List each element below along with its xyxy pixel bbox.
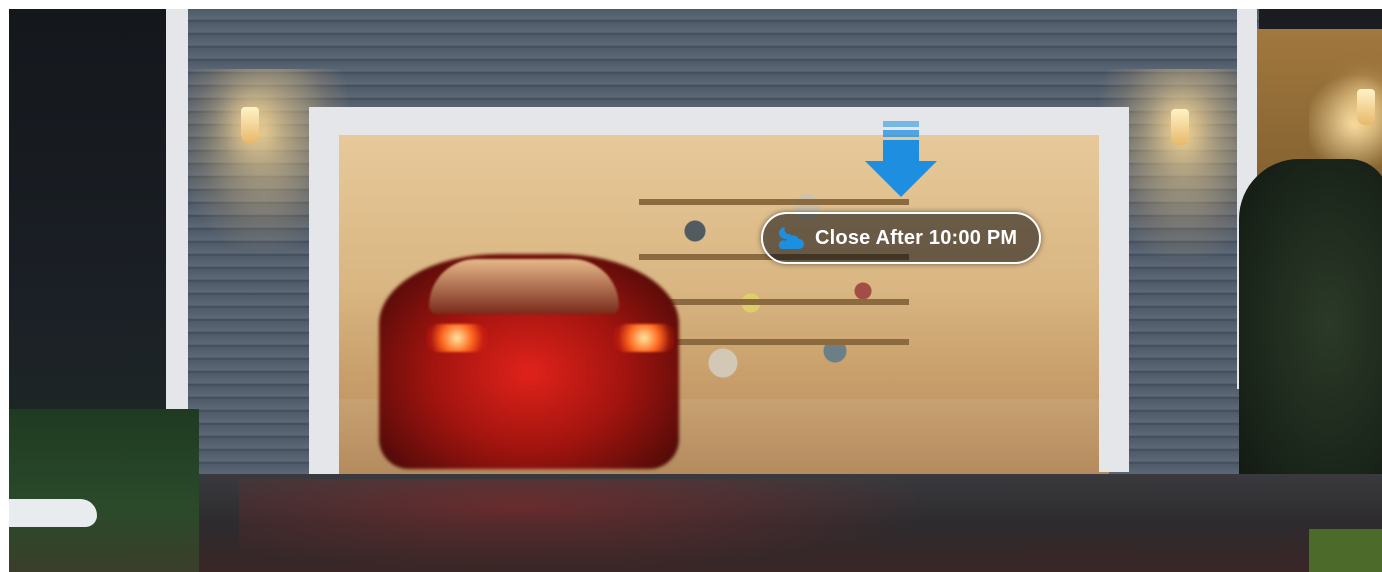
- taillight-reflection: [239, 479, 939, 569]
- corner-trim-left: [166, 9, 188, 454]
- wall-lamp-right: [1171, 109, 1189, 145]
- shrub: [1239, 159, 1382, 489]
- close-after-label: Close After 10:00 PM: [815, 226, 1018, 249]
- lawn-left: [9, 409, 199, 572]
- snow-patch: [9, 499, 97, 527]
- car-rear-window: [429, 259, 619, 314]
- porch-lamp: [1357, 89, 1375, 125]
- taillight-left: [427, 324, 487, 352]
- garage-trim-right: [1099, 107, 1129, 472]
- hero-image: Close After 10:00 PM: [9, 9, 1382, 572]
- shelf: [639, 339, 909, 345]
- garage-trim-left: [309, 107, 339, 477]
- down-arrow-icon: [861, 121, 941, 206]
- taillight-right: [614, 324, 674, 352]
- shelf: [639, 299, 909, 305]
- close-after-badge: Close After 10:00 PM: [761, 212, 1041, 264]
- lawn-right: [1309, 529, 1382, 572]
- moon-cloud-icon: [775, 225, 805, 251]
- garage-night-scene: [9, 9, 1382, 572]
- garage-trim-top: [309, 107, 1129, 135]
- wall-lamp-left: [241, 107, 259, 143]
